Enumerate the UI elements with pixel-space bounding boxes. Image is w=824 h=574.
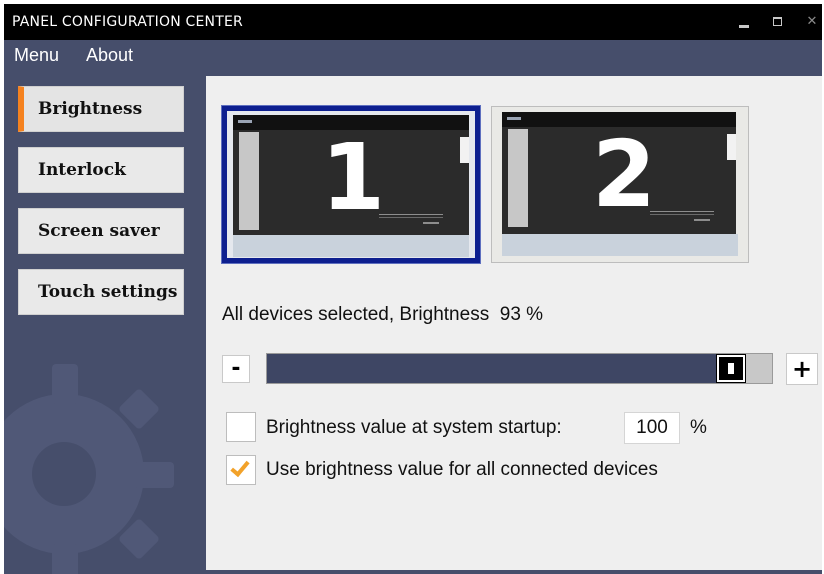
gear-watermark-icon: [4, 364, 174, 574]
menu-menu[interactable]: Menu: [14, 45, 59, 66]
device-2-screen: 2: [502, 112, 736, 234]
sidebar: Brightness Interlock Screen saver Touch …: [4, 74, 196, 574]
brightness-slider-thumb[interactable]: [717, 355, 745, 382]
title-bar[interactable]: PANEL CONFIGURATION CENTER ✕: [4, 4, 822, 40]
menu-about[interactable]: About: [86, 45, 133, 66]
status-prefix: All devices selected, Brightness: [222, 304, 490, 325]
brightness-status: All devices selected, Brightness 93 %: [222, 304, 543, 326]
checkmark-icon: [230, 456, 250, 478]
sidebar-item-interlock[interactable]: Interlock: [18, 147, 184, 193]
sidebar-item-touch-settings[interactable]: Touch settings: [18, 269, 184, 315]
window-title: PANEL CONFIGURATION CENTER: [12, 14, 243, 30]
device-2-thumbnail[interactable]: 2: [491, 106, 749, 263]
device-1-screen: 1: [233, 115, 469, 235]
startup-unit-label: %: [690, 417, 707, 438]
apply-all-devices-label: Use brightness value for all connected d…: [266, 459, 658, 480]
increase-brightness-button[interactable]: +: [786, 353, 818, 385]
brightness-slider-fill: [267, 354, 745, 383]
startup-brightness-input[interactable]: 100: [624, 412, 680, 444]
device-1-number: 1: [321, 124, 386, 231]
startup-brightness-label: Brightness value at system startup:: [266, 417, 562, 438]
brightness-value: 93 %: [499, 304, 544, 325]
decrease-brightness-button[interactable]: -: [222, 355, 250, 383]
maximize-icon[interactable]: [760, 4, 796, 40]
minimize-icon[interactable]: [726, 4, 762, 40]
close-icon[interactable]: ✕: [794, 4, 824, 40]
apply-all-devices-checkbox[interactable]: [226, 455, 256, 485]
sidebar-item-screen-saver[interactable]: Screen saver: [18, 208, 184, 254]
startup-brightness-checkbox[interactable]: [226, 412, 256, 442]
brightness-slider[interactable]: [266, 353, 773, 384]
app-window: PANEL CONFIGURATION CENTER ✕ Menu About …: [4, 4, 822, 574]
sidebar-item-brightness[interactable]: Brightness: [18, 86, 184, 132]
menu-bar: Menu About: [4, 40, 822, 74]
device-2-number: 2: [592, 121, 657, 228]
device-1-thumbnail[interactable]: 1: [222, 106, 480, 263]
brightness-panel: 1 2 All devices selected, Brightness 93 …: [206, 76, 822, 570]
